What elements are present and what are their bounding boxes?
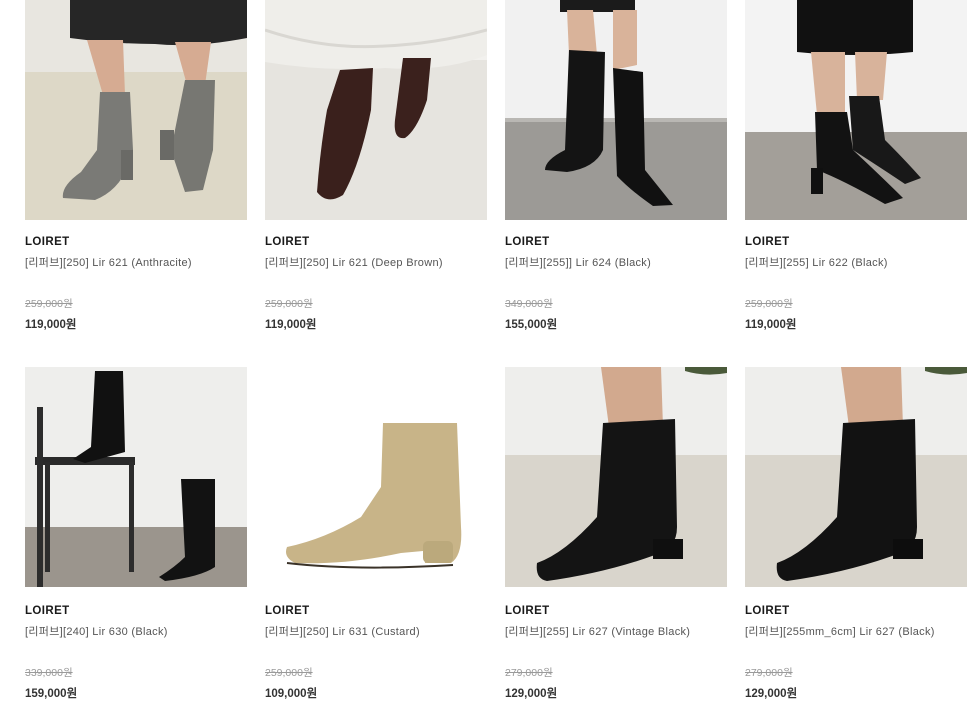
product-name[interactable]: [리퍼브][240] Lir 630 (Black) — [25, 623, 168, 639]
product-image-lir-630[interactable] — [25, 367, 247, 587]
brand-label: LOIRET — [505, 605, 550, 617]
brand-label: LOIRET — [265, 236, 310, 248]
product-name[interactable]: [리퍼브][250] Lir 621 (Deep Brown) — [265, 254, 443, 270]
product-image-lir-627-black[interactable] — [745, 367, 967, 587]
sale-price: 155,000원 — [505, 319, 558, 331]
product-image-anthracite[interactable] — [25, 0, 247, 220]
product-name[interactable]: [리퍼브][255] Lir 622 (Black) — [745, 254, 888, 270]
original-price: 259,000원 — [265, 298, 313, 310]
brand-label: LOIRET — [745, 236, 790, 248]
sale-price: 119,000원 — [25, 319, 77, 331]
product-name[interactable]: [리퍼브][255]] Lir 624 (Black) — [505, 254, 651, 270]
product-image-lir-627-vintage[interactable] — [505, 367, 727, 587]
original-price: 259,000원 — [265, 667, 313, 679]
product-image-deep-brown[interactable] — [265, 0, 487, 220]
sale-price: 119,000원 — [745, 319, 797, 331]
brand-label: LOIRET — [265, 605, 310, 617]
sale-price: 119,000원 — [265, 319, 317, 331]
original-price: 259,000원 — [745, 298, 793, 310]
brand-label: LOIRET — [745, 605, 790, 617]
sale-price: 129,000원 — [505, 688, 558, 700]
original-price: 349,000원 — [505, 298, 553, 310]
brand-label: LOIRET — [505, 236, 550, 248]
sale-price: 109,000원 — [265, 688, 318, 700]
brand-label: LOIRET — [25, 605, 70, 617]
original-price: 339,000원 — [25, 667, 73, 679]
original-price: 279,000원 — [745, 667, 793, 679]
product-name[interactable]: [리퍼브][250] Lir 621 (Anthracite) — [25, 254, 192, 270]
product-image-lir-622[interactable] — [745, 0, 967, 220]
sale-price: 129,000원 — [745, 688, 798, 700]
original-price: 259,000원 — [25, 298, 73, 310]
product-name[interactable]: [리퍼브][255mm_6cm] Lir 627 (Black) — [745, 623, 935, 639]
sale-price: 159,000원 — [25, 688, 78, 700]
product-name[interactable]: [리퍼브][255] Lir 627 (Vintage Black) — [505, 623, 690, 639]
product-image-lir-624[interactable] — [505, 0, 727, 220]
product-image-lir-631[interactable] — [265, 367, 487, 587]
original-price: 279,000원 — [505, 667, 553, 679]
brand-label: LOIRET — [25, 236, 70, 248]
product-name[interactable]: [리퍼브][250] Lir 631 (Custard) — [265, 623, 420, 639]
